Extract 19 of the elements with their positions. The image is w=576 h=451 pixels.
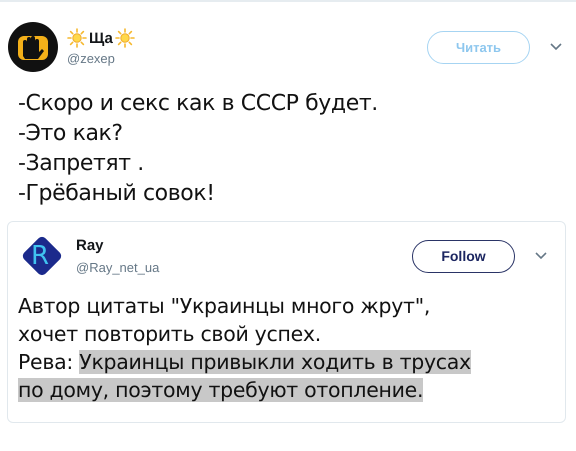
tweet-text-line: -Грёбаный совок! bbox=[18, 180, 216, 208]
sun-icon bbox=[67, 28, 87, 48]
quoted-text-line: Автор цитаты "Украинцы много жрут", bbox=[18, 293, 430, 320]
hand-avatar-icon bbox=[8, 22, 58, 72]
user-handle: @Ray_net_ua bbox=[76, 260, 160, 275]
quoted-tweet-card[interactable]: R Ray @Ray_net_ua Follow Автор цитаты "Украинцы много жрут", хочет повторить свой успех. Рева: Украинцы привыкли ходить в трусах по дому, поэтому требуют отопление. bbox=[7, 221, 566, 423]
quoted-text-line: Рева: Украинцы привыкли ходить в трусах bbox=[18, 349, 471, 376]
user-name: Ray bbox=[76, 237, 105, 254]
tweet-text-line: -Запретят . bbox=[18, 150, 145, 178]
user-name: Ща bbox=[89, 30, 113, 46]
follow-button[interactable]: Follow bbox=[412, 240, 515, 272]
tweet-text-line: -Скоро и секс как в СССР будет. bbox=[18, 90, 379, 118]
logo-letter: R bbox=[31, 241, 50, 271]
user-handle: @zexep bbox=[67, 51, 116, 66]
quoted-text-line: хочет повторить свой успех. bbox=[18, 321, 321, 348]
chevron-down-icon[interactable] bbox=[535, 252, 547, 260]
sun-icon bbox=[114, 28, 135, 48]
chevron-down-icon[interactable] bbox=[550, 43, 562, 51]
tweet-text-line: -Это как? bbox=[18, 120, 124, 148]
